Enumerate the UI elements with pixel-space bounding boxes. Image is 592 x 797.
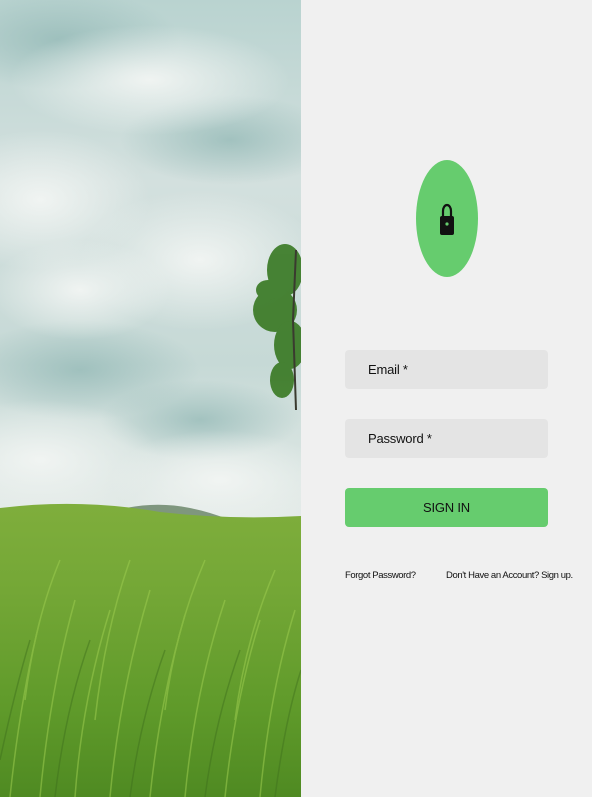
sign-in-button[interactable]: SIGN IN xyxy=(345,488,548,527)
password-field[interactable]: Password * xyxy=(345,419,548,458)
hero-image xyxy=(0,0,301,797)
password-label: Password * xyxy=(368,431,432,446)
sign-up-link[interactable]: Don't Have an Account? Sign up. xyxy=(446,570,573,581)
forgot-password-link[interactable]: Forgot Password? xyxy=(345,570,416,581)
email-label: Email * xyxy=(368,362,408,377)
lock-avatar xyxy=(416,160,478,277)
sign-in-label: SIGN IN xyxy=(423,500,470,515)
login-panel: Email * Password * SIGN IN Forgot Passwo… xyxy=(301,0,592,797)
email-field[interactable]: Email * xyxy=(345,350,548,389)
lock-icon xyxy=(440,203,454,235)
